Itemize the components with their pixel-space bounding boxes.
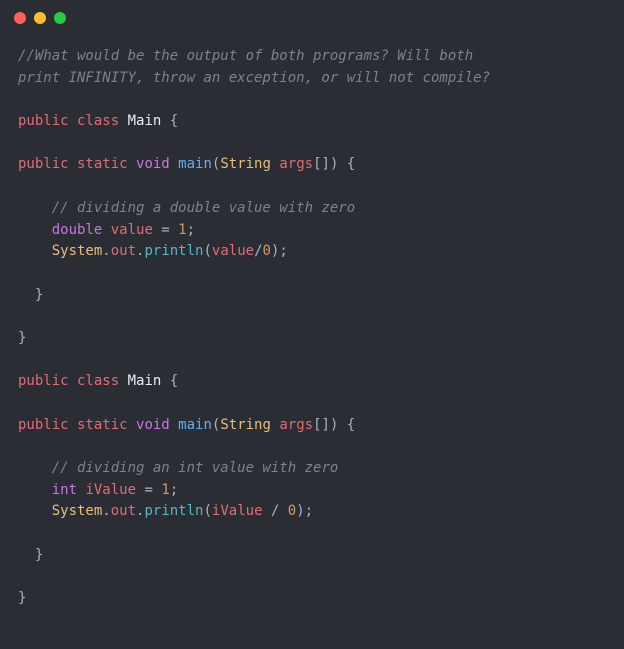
punct: = bbox=[136, 482, 161, 498]
indent bbox=[18, 243, 52, 259]
brace: } bbox=[35, 287, 43, 303]
keyword: public bbox=[18, 156, 69, 172]
number: 1 bbox=[178, 222, 186, 238]
maximize-icon[interactable] bbox=[54, 12, 66, 24]
param: args bbox=[271, 156, 313, 172]
code-area: //What would be the output of both progr… bbox=[0, 36, 624, 628]
param: args bbox=[271, 417, 313, 433]
punct: ( bbox=[203, 503, 211, 519]
brace: } bbox=[35, 547, 43, 563]
indent bbox=[18, 482, 52, 498]
punct: [] bbox=[313, 417, 330, 433]
comment-line: //What would be the output of both progr… bbox=[18, 48, 473, 64]
number: 1 bbox=[161, 482, 169, 498]
keyword: public bbox=[18, 113, 69, 129]
number: 0 bbox=[288, 503, 296, 519]
method: main bbox=[170, 156, 212, 172]
keyword: void bbox=[128, 156, 170, 172]
keyword: void bbox=[128, 417, 170, 433]
punct: { bbox=[161, 373, 178, 389]
comment-line: // dividing an int value with zero bbox=[52, 460, 339, 476]
close-icon[interactable] bbox=[14, 12, 26, 24]
punct: . bbox=[102, 503, 110, 519]
code-window: //What would be the output of both progr… bbox=[0, 0, 624, 649]
keyword: static bbox=[69, 417, 128, 433]
number: 0 bbox=[263, 243, 271, 259]
punct: ( bbox=[203, 243, 211, 259]
brace: } bbox=[18, 590, 26, 606]
indent bbox=[18, 460, 52, 476]
indent bbox=[18, 287, 35, 303]
indent bbox=[18, 547, 35, 563]
titlebar bbox=[0, 0, 624, 36]
indent bbox=[18, 200, 52, 216]
indent bbox=[18, 503, 52, 519]
method: main bbox=[170, 417, 212, 433]
punct: / bbox=[254, 243, 262, 259]
classname: Main bbox=[119, 113, 161, 129]
keyword: public bbox=[18, 373, 69, 389]
punct: ); bbox=[271, 243, 288, 259]
minimize-icon[interactable] bbox=[34, 12, 46, 24]
property: out bbox=[111, 243, 136, 259]
comment-line: // dividing a double value with zero bbox=[52, 200, 355, 216]
punct: ); bbox=[296, 503, 313, 519]
comment-line: print INFINITY, throw an exception, or w… bbox=[18, 70, 490, 86]
punct: . bbox=[102, 243, 110, 259]
variable: iValue bbox=[77, 482, 136, 498]
punct: / bbox=[263, 503, 288, 519]
indent bbox=[18, 222, 52, 238]
keyword: class bbox=[69, 113, 120, 129]
variable: value bbox=[212, 243, 254, 259]
variable: value bbox=[102, 222, 153, 238]
keyword: int bbox=[52, 482, 77, 498]
punct: ) { bbox=[330, 156, 355, 172]
brace: } bbox=[18, 330, 26, 346]
method: println bbox=[144, 243, 203, 259]
punct: = bbox=[153, 222, 178, 238]
classname: System bbox=[52, 243, 103, 259]
code-content: //What would be the output of both progr… bbox=[18, 46, 606, 610]
classname: Main bbox=[119, 373, 161, 389]
punct: [] bbox=[313, 156, 330, 172]
keyword: double bbox=[52, 222, 103, 238]
punct: ) { bbox=[330, 417, 355, 433]
variable: iValue bbox=[212, 503, 263, 519]
method: println bbox=[144, 503, 203, 519]
keyword: class bbox=[69, 373, 120, 389]
property: out bbox=[111, 503, 136, 519]
type: String bbox=[220, 417, 271, 433]
punct: { bbox=[161, 113, 178, 129]
punct: ; bbox=[187, 222, 195, 238]
punct: ; bbox=[170, 482, 178, 498]
keyword: public bbox=[18, 417, 69, 433]
keyword: static bbox=[69, 156, 128, 172]
classname: System bbox=[52, 503, 103, 519]
type: String bbox=[220, 156, 271, 172]
